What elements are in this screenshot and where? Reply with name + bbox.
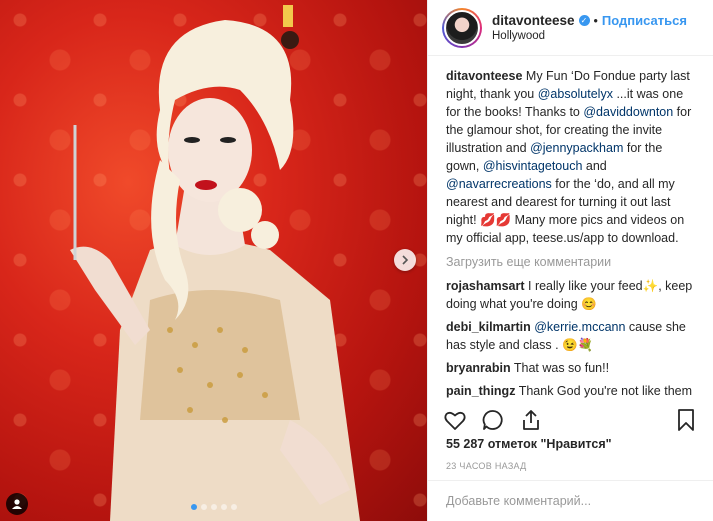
user-tag-icon [12, 499, 22, 509]
action-bar [442, 404, 699, 436]
save-button[interactable] [673, 407, 699, 433]
post-caption: ditavonteese My Fun ‘Do Fondue party las… [446, 67, 699, 247]
post-sidebar: ditavonteese ✓ • Подписаться Hollywood d… [427, 0, 713, 521]
comment-username[interactable]: pain_thingz [446, 384, 515, 398]
load-more-comments-button[interactable]: Загрузить еще комментарии [446, 253, 699, 271]
post-timestamp[interactable]: 23 ЧАСОВ НАЗАД [446, 461, 527, 471]
mention-link[interactable]: @daviddownton [583, 105, 673, 119]
avatar[interactable] [442, 7, 482, 48]
comment-input[interactable] [446, 494, 695, 508]
carousel-dot [220, 504, 227, 510]
chevron-right-icon [402, 255, 409, 265]
mention-link[interactable]: @kerrie.mccann [534, 320, 625, 334]
comment-icon [482, 410, 503, 430]
list-item: debi_kilmartin @kerrie.mccann cause she … [446, 318, 699, 354]
next-photo-button[interactable] [394, 249, 416, 271]
mention-link[interactable]: @navarrecreations [446, 177, 552, 191]
carousel-dot [190, 504, 197, 510]
heart-icon [444, 411, 466, 430]
mention-link[interactable]: @absolutelyx [538, 87, 613, 101]
carousel-dot [210, 504, 217, 510]
comment-username[interactable]: bryanrabin [446, 361, 511, 375]
post-media[interactable] [0, 0, 427, 521]
mention-link[interactable]: @hisvintagetouch [483, 159, 583, 173]
portrait-illustration [70, 5, 360, 521]
comment-username[interactable]: rojashamsart [446, 279, 525, 293]
like-button[interactable] [442, 407, 468, 433]
caption-username[interactable]: ditavonteese [446, 69, 522, 83]
mention-link[interactable]: @jennypackham [530, 141, 623, 155]
separator-dot: • [593, 13, 598, 28]
post-header: ditavonteese ✓ • Подписаться Hollywood [428, 0, 713, 56]
carousel-dot [230, 504, 237, 510]
add-comment-bar [428, 480, 713, 521]
author-username[interactable]: ditavonteese [492, 13, 575, 28]
verified-badge-icon: ✓ [578, 15, 590, 26]
share-button[interactable] [518, 407, 544, 433]
carousel-indicator [190, 504, 237, 510]
comment-text: That was so fun!! [513, 361, 610, 375]
carousel-dot [200, 504, 207, 510]
caption-text: and [582, 159, 607, 173]
user-tags-button[interactable] [6, 493, 28, 515]
share-icon [523, 410, 539, 430]
comment-button[interactable] [480, 407, 506, 433]
list-item: rojashamsart I really like your feed✨, k… [446, 277, 699, 313]
comment-username[interactable]: debi_kilmartin [446, 320, 531, 334]
bookmark-icon [678, 409, 694, 431]
likes-count[interactable]: 55 287 отметок "Нравится" [446, 437, 612, 451]
comments-list: ditavonteese My Fun ‘Do Fondue party las… [428, 57, 713, 399]
follow-button[interactable]: Подписаться [602, 13, 687, 28]
location-link[interactable]: Hollywood [492, 30, 687, 42]
list-item: pain_thingz Thank God you're not like th… [446, 382, 699, 399]
list-item: bryanrabin That was so fun!! [446, 359, 699, 377]
